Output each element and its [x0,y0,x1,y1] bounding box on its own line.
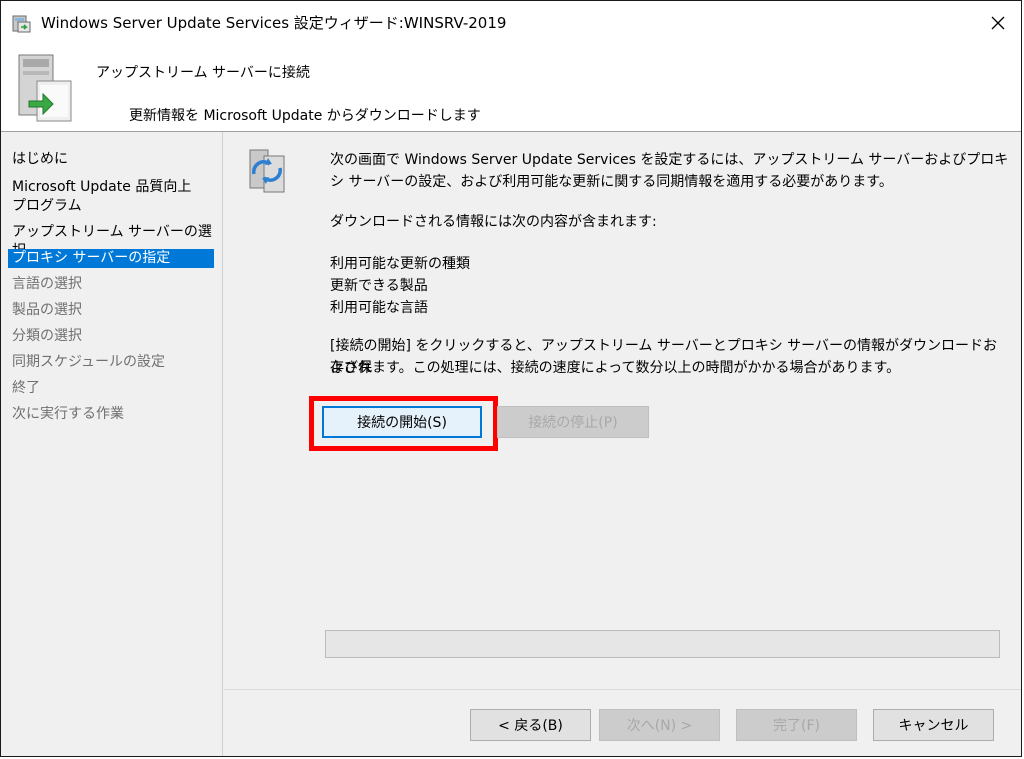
list-item: 利用可能な更新の種類 [330,256,470,272]
footer-divider [224,689,1021,690]
list-item: 更新できる製品 [330,278,428,294]
window-title: Windows Server Update Services 設定ウィザード:W… [41,14,507,32]
wizard-window: Windows Server Update Services 設定ウィザード:W… [0,0,1022,757]
stop-connecting-button: 接続の停止(P) [497,406,649,438]
nav-item-improvement-program-cont[interactable]: プログラム [8,197,214,216]
finish-button: 完了(F) [736,709,857,741]
nav-item-classifications: 分類の選択 [12,328,82,344]
wizard-steps-nav: はじめに Microsoft Update 品質向上 プログラム アップストリー… [1,132,223,756]
wizard-body: はじめに Microsoft Update 品質向上 プログラム アップストリー… [1,132,1021,756]
nav-item-products: 製品の選択 [12,302,82,318]
close-button[interactable] [975,1,1021,45]
next-button: 次へ(N) > [599,709,720,741]
sync-progress-bar [325,630,1000,658]
intro-line-1: 次の画面で Windows Server Update Services を設定… [330,152,1009,168]
page-heading: アップストリーム サーバーに接続 [96,65,310,81]
wsus-app-icon [12,15,31,33]
wizard-header: アップストリーム サーバーに接続 更新情報を Microsoft Update … [1,45,1021,132]
sync-servers-icon [249,149,285,193]
close-icon [991,16,1005,30]
nav-item-whats-next: 次に実行する作業 [12,406,124,422]
nav-item-start[interactable]: はじめに [8,150,214,169]
cancel-button[interactable]: キャンセル [873,709,994,741]
server-arrow-icon [18,54,72,122]
start-connecting-button[interactable]: 接続の開始(S) [322,406,482,438]
page-subtitle: 更新情報を Microsoft Update からダウンロードします [129,108,481,124]
intro-line-2: シ サーバーの設定、および利用可能な更新に関する同期情報を適用する必要があります… [330,174,893,190]
list-item: 利用可能な言語 [330,300,428,316]
instruction-line-2: 存されます。この処理には、接続の速度によって数分以上の時間がかかる場合があります… [330,360,901,376]
nav-item-languages: 言語の選択 [12,276,82,292]
nav-item-finish: 終了 [12,380,40,396]
back-button[interactable]: < 戻る(B) [470,709,591,741]
nav-item-improvement-program[interactable]: Microsoft Update 品質向上 [8,178,214,197]
nav-item-sync-schedule: 同期スケジュールの設定 [12,354,166,370]
download-info-text: ダウンロードされる情報には次の内容が含まれます: [330,214,657,230]
title-bar: Windows Server Update Services 設定ウィザード:W… [1,1,1021,45]
wizard-content: 次の画面で Windows Server Update Services を設定… [224,132,1021,756]
nav-item-proxy-server[interactable]: プロキシ サーバーの指定 [8,249,214,268]
